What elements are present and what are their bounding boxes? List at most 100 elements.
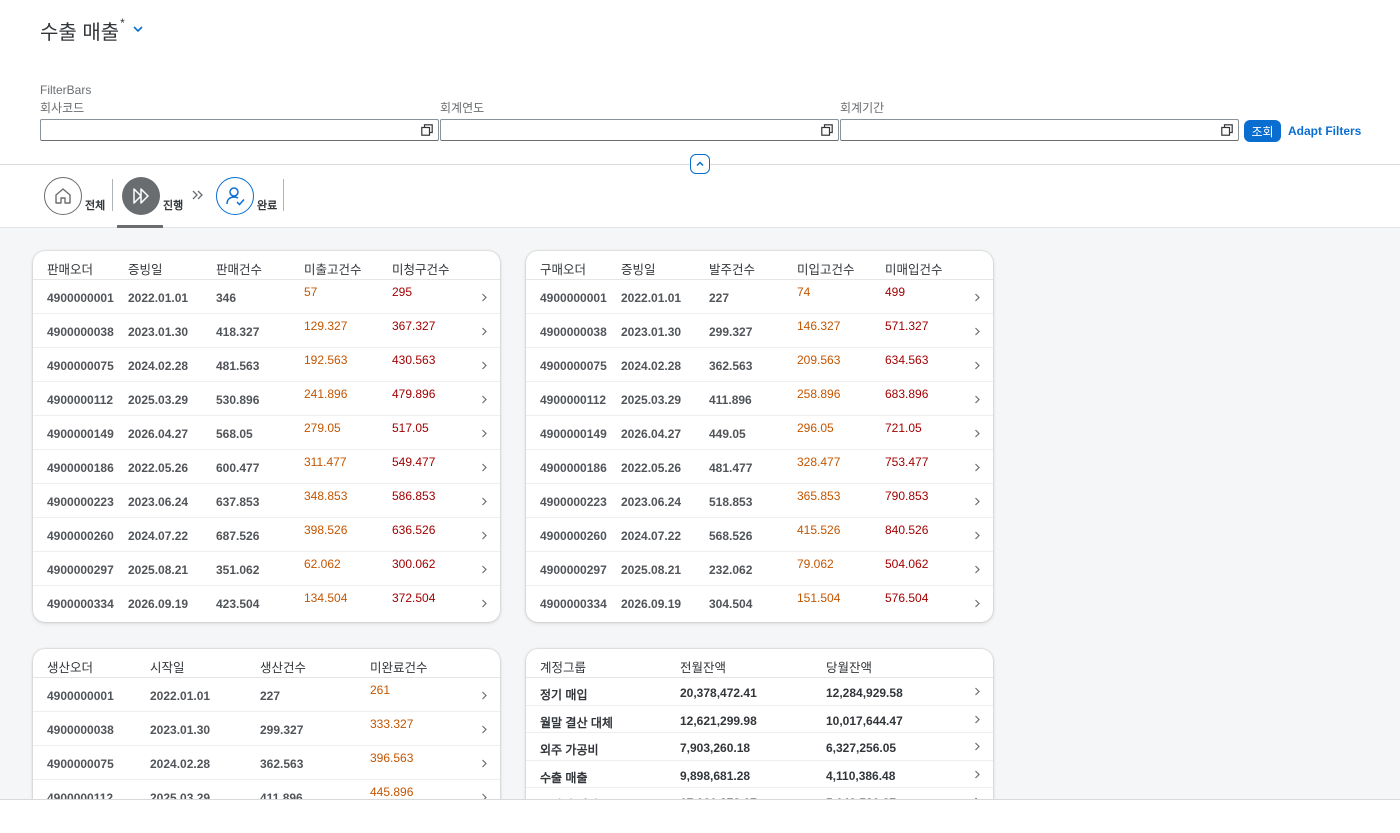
filterbar-heading: FilterBars bbox=[40, 83, 92, 97]
table-cell: 518.853 bbox=[709, 495, 753, 509]
column-header: 미출고건수 bbox=[304, 263, 362, 277]
table-row[interactable]: 4900000075 2024.02.28 362.563 209.563 634.56… bbox=[526, 348, 993, 382]
column-header: 구매오더 bbox=[540, 263, 587, 277]
table-row[interactable]: 4900000297 2025.08.21 351.062 62.062 300.062 bbox=[33, 552, 500, 586]
table-cell: 2024.02.28 bbox=[128, 359, 189, 373]
table-row[interactable]: 4900000001 2022.01.01 227 261 bbox=[33, 678, 500, 712]
dirty-marker: * bbox=[120, 16, 125, 30]
table-row[interactable]: 외주 가공비 7,903,260.18 6,327,256.05 bbox=[526, 733, 993, 761]
table-cell: 346 bbox=[216, 291, 237, 305]
table-cell: 299.327 bbox=[260, 723, 304, 737]
table-body: 4900000001 2022.01.01 227 74 499 4900000038 20… bbox=[526, 280, 993, 620]
column-header: 증빙일 bbox=[621, 263, 656, 277]
fiscal-period-input[interactable] bbox=[840, 119, 1239, 141]
fiscal-year-input[interactable] bbox=[440, 119, 839, 141]
chevron-right-icon bbox=[975, 361, 980, 370]
table-cell: 398.526 bbox=[304, 523, 348, 537]
table-cell: 129.327 bbox=[304, 319, 348, 333]
table-cell: 2022.01.01 bbox=[621, 291, 682, 305]
step-complete[interactable]: 완료 bbox=[216, 177, 277, 215]
table-cell: 4900000075 bbox=[47, 359, 114, 373]
table-cell: 4900000149 bbox=[47, 427, 114, 441]
table-cell: 415.526 bbox=[797, 523, 841, 537]
value-help-icon[interactable] bbox=[421, 124, 433, 136]
table-row[interactable]: 4900000223 2023.06.24 637.853 348.853 586.85… bbox=[33, 484, 500, 518]
table-header: 판매오더 증빙일 판매건수 미출고건수 미청구건수 bbox=[33, 251, 500, 280]
page-footer bbox=[0, 799, 1400, 833]
step-label: 진행 bbox=[163, 200, 184, 212]
table-row[interactable]: 4900000075 2024.02.28 481.563 192.563 430.56… bbox=[33, 348, 500, 382]
table-cell: 2022.01.01 bbox=[128, 291, 189, 305]
chevron-right-icon bbox=[975, 715, 980, 723]
table-cell: 418.327 bbox=[216, 325, 260, 339]
page-title: 수출 매출 bbox=[40, 22, 120, 44]
column-header: 미매입건수 bbox=[885, 263, 943, 277]
table-row[interactable]: 4900000334 2026.09.19 304.504 151.504 576.50… bbox=[526, 586, 993, 620]
table-cell: 753.477 bbox=[885, 455, 929, 469]
column-header: 미입고건수 bbox=[797, 263, 855, 277]
table-cell: 2025.08.21 bbox=[621, 563, 682, 577]
filter-fiscal-year: 회계연도 bbox=[440, 99, 839, 141]
table-row[interactable]: 4900000038 2023.01.30 418.327 129.327 367.32… bbox=[33, 314, 500, 348]
table-row[interactable]: 4900000260 2024.07.22 687.526 398.526 636.52… bbox=[33, 518, 500, 552]
table-cell: 4900000297 bbox=[540, 563, 607, 577]
chevron-right-icon bbox=[482, 531, 487, 540]
step-label: 완료 bbox=[257, 200, 278, 212]
table-cell: 430.563 bbox=[392, 353, 436, 367]
table-header: 생산오더 시작일 생산건수 미완료건수 bbox=[33, 649, 500, 678]
table-row[interactable]: 4900000038 2023.01.30 299.327 146.327 571.32… bbox=[526, 314, 993, 348]
table-row[interactable]: 4900000186 2022.05.26 481.477 328.477 753.47… bbox=[526, 450, 993, 484]
chevron-right-icon bbox=[482, 395, 487, 404]
table-cell: 721.05 bbox=[885, 421, 922, 435]
table-row[interactable]: 수출 매출 9,898,681.28 4,110,386.48 bbox=[526, 761, 993, 788]
table-row[interactable]: 정기 매입 20,378,472.41 12,284,929.58 bbox=[526, 678, 993, 706]
table-cell: 790.853 bbox=[885, 489, 929, 503]
table-row[interactable]: 4900000001 2022.01.01 346 57 295 bbox=[33, 280, 500, 314]
step-all[interactable]: 전체 bbox=[44, 177, 105, 215]
table-row[interactable]: 4900000149 2026.04.27 568.05 279.05 517.05 bbox=[33, 416, 500, 450]
table-row[interactable]: 4900000149 2026.04.27 449.05 296.05 721.05 bbox=[526, 416, 993, 450]
table-cell: 481.563 bbox=[216, 359, 260, 373]
table-row[interactable]: 4900000186 2022.05.26 600.477 311.477 549.47… bbox=[33, 450, 500, 484]
table-cell: 2026.04.27 bbox=[621, 427, 682, 441]
chevron-right-icon bbox=[975, 687, 980, 696]
chevron-right-icon bbox=[482, 361, 487, 370]
chevron-down-icon[interactable] bbox=[132, 23, 144, 35]
table-row[interactable]: 4900000112 2025.03.29 530.896 241.896 479.89… bbox=[33, 382, 500, 416]
table-row[interactable]: 4900000260 2024.07.22 568.526 415.526 840.52… bbox=[526, 518, 993, 552]
table-cell: 227 bbox=[709, 291, 730, 305]
value-help-icon[interactable] bbox=[1221, 124, 1233, 136]
chevron-right-icon bbox=[482, 463, 487, 472]
filter-company-code: 회사코드 bbox=[40, 99, 439, 141]
collapse-header-button[interactable] bbox=[690, 154, 710, 174]
go-button[interactable]: 조회 bbox=[1244, 120, 1281, 142]
table-row[interactable]: 4900000001 2022.01.01 227 74 499 bbox=[526, 280, 993, 314]
page-header: 수출 매출 * FilterBars 회사코드 회계연도 회계기간 조회 Ada… bbox=[0, 0, 1400, 165]
table-row[interactable]: 4900000223 2023.06.24 518.853 365.853 790.85… bbox=[526, 484, 993, 518]
table-cell: 2025.03.29 bbox=[621, 393, 682, 407]
value-help-icon[interactable] bbox=[821, 124, 833, 136]
table-row[interactable]: 월말 결산 대체 12,621,299.98 10,017,644.47 bbox=[526, 706, 993, 733]
step-in-progress[interactable]: 진행 bbox=[122, 177, 183, 215]
column-header: 전월잔액 bbox=[680, 661, 727, 675]
filter-label: 회사코드 bbox=[40, 101, 85, 115]
table-row[interactable]: 4900000038 2023.01.30 299.327 333.327 bbox=[33, 712, 500, 746]
column-header: 판매건수 bbox=[216, 263, 263, 277]
chevron-right-icon bbox=[975, 395, 980, 404]
table-row[interactable]: 4900000297 2025.08.21 232.062 79.062 504.062 bbox=[526, 552, 993, 586]
table-row[interactable]: 4900000112 2025.03.29 411.896 258.896 683.89… bbox=[526, 382, 993, 416]
chevron-right-icon bbox=[482, 327, 487, 336]
variant-title[interactable]: 수출 매출 * bbox=[40, 16, 144, 45]
chevron-right-icon bbox=[975, 327, 980, 336]
table-cell: 2022.01.01 bbox=[150, 689, 211, 703]
company-code-input[interactable] bbox=[40, 119, 439, 141]
active-step-indicator bbox=[117, 225, 163, 228]
adapt-filters-button[interactable]: Adapt Filters bbox=[1288, 124, 1361, 138]
table-cell: 4900000001 bbox=[47, 689, 114, 703]
table-row[interactable]: 4900000075 2024.02.28 362.563 396.563 bbox=[33, 746, 500, 780]
table-row[interactable]: 4900000334 2026.09.19 423.504 134.504 372.50… bbox=[33, 586, 500, 620]
table-cell: 4900000112 bbox=[540, 393, 607, 407]
column-header: 미완료건수 bbox=[370, 661, 428, 675]
chevron-right-icon bbox=[482, 691, 487, 700]
table-cell: 362.563 bbox=[260, 757, 304, 771]
